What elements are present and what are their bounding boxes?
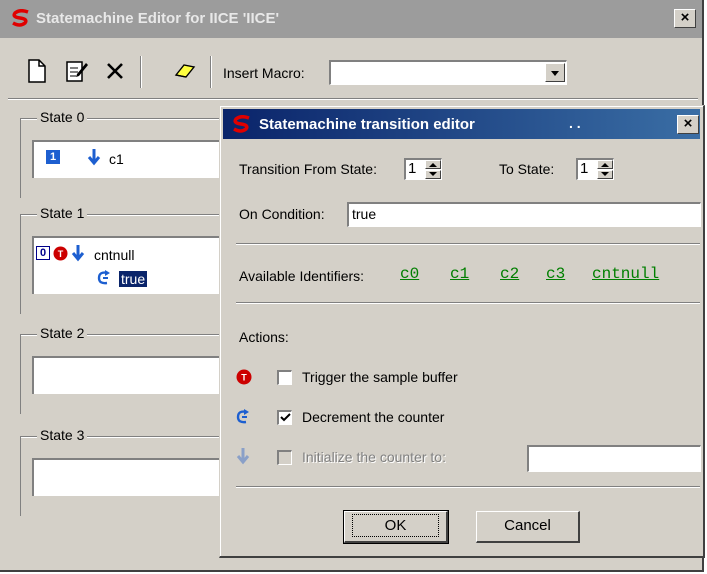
- trigger-checkbox[interactable]: [277, 370, 292, 385]
- spin-up-icon[interactable]: [597, 160, 613, 169]
- new-document-icon: [28, 59, 46, 83]
- edit-document-icon: [66, 61, 88, 82]
- eraser-icon: [174, 64, 196, 78]
- dialog-divider: [236, 243, 700, 245]
- spin-up-icon[interactable]: [425, 160, 441, 169]
- ok-button[interactable]: OK: [343, 510, 449, 544]
- transition-condition[interactable]: cntnull: [94, 247, 134, 263]
- identifiers-label: Available Identifiers:: [239, 268, 365, 284]
- init-counter-icon: [236, 448, 250, 465]
- transition-editor-dialog: Statemachine transition editor . . × Tra…: [219, 105, 705, 558]
- from-state-value: 1: [408, 160, 417, 177]
- insert-macro-label: Insert Macro:: [223, 65, 305, 81]
- trigger-label: Trigger the sample buffer: [302, 369, 458, 385]
- dialog-title: Statemachine transition editor: [259, 116, 475, 133]
- new-document-button[interactable]: [22, 56, 52, 86]
- spin-down-icon[interactable]: [597, 170, 613, 179]
- decrement-icon: [236, 409, 249, 424]
- init-counter-checkbox[interactable]: [277, 450, 292, 465]
- toolbar-divider: [8, 98, 698, 100]
- main-close-button[interactable]: ×: [674, 9, 696, 28]
- arrow-down-icon: [71, 245, 85, 262]
- state-1-label: State 1: [37, 205, 88, 221]
- spin-down-icon[interactable]: [425, 170, 441, 179]
- condition-input[interactable]: true: [347, 202, 701, 227]
- to-state-spinner[interactable]: 1: [576, 158, 614, 180]
- identifier-link-c1[interactable]: c1: [450, 265, 469, 283]
- insert-macro-select[interactable]: [329, 60, 567, 85]
- toolbar: Insert Macro:: [0, 48, 702, 96]
- app-logo-icon: [233, 115, 250, 133]
- trigger-icon: T: [53, 246, 68, 261]
- identifier-link-c2[interactable]: c2: [500, 265, 519, 283]
- init-counter-input[interactable]: [527, 445, 701, 472]
- svg-text:T: T: [241, 373, 247, 383]
- cancel-button[interactable]: Cancel: [476, 511, 580, 543]
- app-logo-icon: [12, 9, 29, 27]
- state-0-label: State 0: [37, 109, 88, 125]
- decrement-label: Decrement the counter: [302, 409, 445, 425]
- dialog-title-dots: . .: [569, 115, 581, 131]
- delete-icon: [107, 63, 123, 79]
- condition-label: On Condition:: [239, 206, 325, 222]
- to-state-value: 1: [580, 160, 589, 177]
- identifier-link-cntnull[interactable]: cntnull: [592, 265, 659, 283]
- trigger-icon: T: [236, 369, 252, 385]
- dialog-divider: [236, 302, 700, 304]
- dialog-close-button[interactable]: ×: [677, 115, 699, 134]
- actions-label: Actions:: [239, 329, 289, 345]
- clear-button[interactable]: [170, 56, 200, 86]
- target-state-badge: 0: [36, 246, 50, 260]
- main-title-bar[interactable]: Statemachine Editor for IICE 'IICE' ×: [0, 0, 702, 38]
- ok-label: OK: [351, 514, 440, 537]
- toolbar-separator: [210, 56, 212, 88]
- target-state-badge: 1: [46, 150, 60, 164]
- decrement-icon: [97, 270, 110, 285]
- svg-text:T: T: [58, 249, 64, 259]
- state-2-transitions[interactable]: [32, 356, 232, 394]
- to-state-label: To State:: [499, 161, 555, 177]
- delete-button[interactable]: [100, 56, 130, 86]
- transition-condition[interactable]: c1: [109, 151, 124, 167]
- state-2-label: State 2: [37, 325, 88, 341]
- chevron-down-icon[interactable]: [545, 63, 565, 82]
- transition-condition-selected[interactable]: true: [119, 271, 148, 287]
- state-1-transitions[interactable]: 0 T cntnull true: [32, 236, 232, 294]
- dialog-title-bar[interactable]: Statemachine transition editor . . ×: [223, 109, 700, 139]
- state-0-transitions[interactable]: 1 c1: [32, 140, 232, 178]
- checkmark-icon: [279, 413, 291, 422]
- edit-document-button[interactable]: [62, 56, 92, 86]
- toolbar-separator: [140, 56, 142, 88]
- state-3-label: State 3: [37, 427, 88, 443]
- from-state-label: Transition From State:: [239, 161, 377, 177]
- state-3-transitions[interactable]: [32, 458, 232, 496]
- identifier-link-c3[interactable]: c3: [546, 265, 565, 283]
- main-window-title: Statemachine Editor for IICE 'IICE': [36, 10, 280, 27]
- decrement-checkbox[interactable]: [277, 410, 292, 425]
- dialog-divider: [236, 486, 700, 488]
- arrow-down-icon: [87, 149, 101, 166]
- identifier-link-c0[interactable]: c0: [400, 265, 419, 283]
- from-state-spinner[interactable]: 1: [404, 158, 442, 180]
- init-counter-label: Initialize the counter to:: [302, 449, 446, 465]
